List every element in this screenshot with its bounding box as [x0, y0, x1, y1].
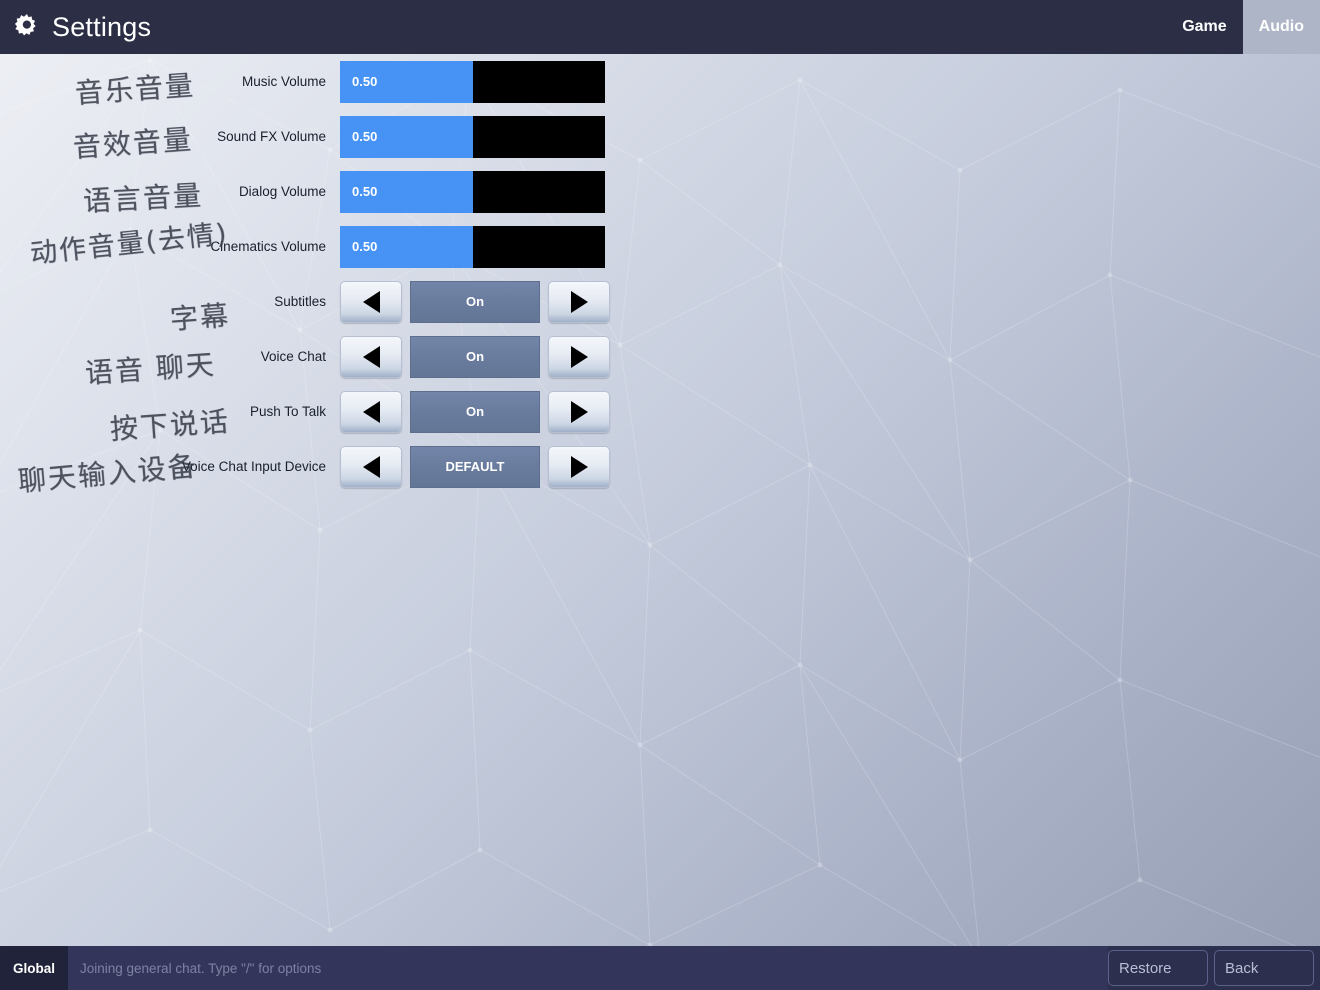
setting-row-sound-fx-volume: Sound FX Volume 0.50 — [0, 109, 680, 164]
gear-icon — [12, 12, 42, 42]
setting-control: 0.50 — [340, 115, 615, 158]
slider-fill: 0.50 — [340, 225, 473, 268]
slider-value: 0.50 — [352, 129, 378, 144]
left-arrow-icon[interactable] — [340, 280, 402, 323]
nav-tabs: Game Audio — [1166, 0, 1320, 54]
slider-value: 0.50 — [352, 74, 378, 89]
right-arrow-icon[interactable] — [548, 280, 610, 323]
chat-scope-button[interactable]: Global — [0, 946, 68, 990]
setting-label: Music Volume — [241, 74, 326, 89]
setting-row-push-to-talk: Push To Talk On — [0, 384, 680, 439]
bottom-bar: Global Joining general chat. Type "/" fo… — [0, 946, 1320, 990]
setting-control: 0.50 — [340, 170, 615, 213]
title-bar: Settings Game Audio — [0, 0, 1320, 54]
left-arrow-icon[interactable] — [340, 390, 402, 433]
settings-list: Music Volume 0.50 Sound FX Volume 0.50 D… — [0, 54, 680, 494]
left-arrow-icon[interactable] — [340, 445, 402, 488]
back-button[interactable]: Back — [1214, 950, 1314, 986]
setting-control: On — [340, 390, 615, 433]
slider-fill: 0.50 — [340, 60, 473, 103]
selector-value[interactable]: On — [410, 280, 540, 323]
selector-value[interactable]: DEFAULT — [410, 445, 540, 488]
slider-cinematics-volume[interactable]: 0.50 — [340, 225, 605, 268]
slider-dialog-volume[interactable]: 0.50 — [340, 170, 605, 213]
left-arrow-icon[interactable] — [340, 335, 402, 378]
setting-label: Push To Talk — [249, 404, 326, 419]
selector-value[interactable]: On — [410, 390, 540, 433]
tab-game[interactable]: Game — [1166, 0, 1242, 54]
setting-row-dialog-volume: Dialog Volume 0.50 — [0, 164, 680, 219]
right-arrow-icon[interactable] — [548, 390, 610, 433]
setting-row-music-volume: Music Volume 0.50 — [0, 54, 680, 109]
selector-push-to-talk: On — [340, 390, 610, 433]
slider-sound-fx-volume[interactable]: 0.50 — [340, 115, 605, 158]
chat-input[interactable]: Joining general chat. Type "/" for optio… — [68, 946, 1108, 990]
setting-label: Voice Chat — [260, 349, 326, 364]
slider-music-volume[interactable]: 0.50 — [340, 60, 605, 103]
selector-value[interactable]: On — [410, 335, 540, 378]
right-arrow-icon[interactable] — [548, 445, 610, 488]
setting-row-voice-chat: Voice Chat On — [0, 329, 680, 384]
setting-control: 0.50 — [340, 225, 615, 268]
setting-control: 0.50 — [340, 60, 615, 103]
selector-voice-chat-input-device: DEFAULT — [340, 445, 610, 488]
setting-control: DEFAULT — [340, 445, 615, 488]
setting-label: Voice Chat Input Device — [181, 459, 326, 474]
title-bar-left: Settings — [0, 12, 151, 43]
setting-label: Dialog Volume — [238, 184, 326, 199]
right-arrow-icon[interactable] — [548, 335, 610, 378]
selector-voice-chat: On — [340, 335, 610, 378]
setting-label: Subtitles — [274, 294, 326, 309]
setting-row-cinematics-volume: Cinematics Volume 0.50 — [0, 219, 680, 274]
slider-fill: 0.50 — [340, 170, 473, 213]
setting-control: On — [340, 280, 615, 323]
setting-label: Cinematics Volume — [210, 239, 326, 254]
restore-button[interactable]: Restore — [1108, 950, 1208, 986]
slider-value: 0.50 — [352, 239, 378, 254]
slider-value: 0.50 — [352, 184, 378, 199]
setting-row-voice-chat-input-device: Voice Chat Input Device DEFAULT — [0, 439, 680, 494]
setting-row-subtitles: Subtitles On — [0, 274, 680, 329]
slider-fill: 0.50 — [340, 115, 473, 158]
selector-subtitles: On — [340, 280, 610, 323]
page-title: Settings — [52, 11, 152, 42]
tab-audio[interactable]: Audio — [1242, 0, 1320, 54]
setting-control: On — [340, 335, 615, 378]
bottom-actions: Restore Back — [1108, 946, 1320, 990]
setting-label: Sound FX Volume — [217, 129, 326, 144]
